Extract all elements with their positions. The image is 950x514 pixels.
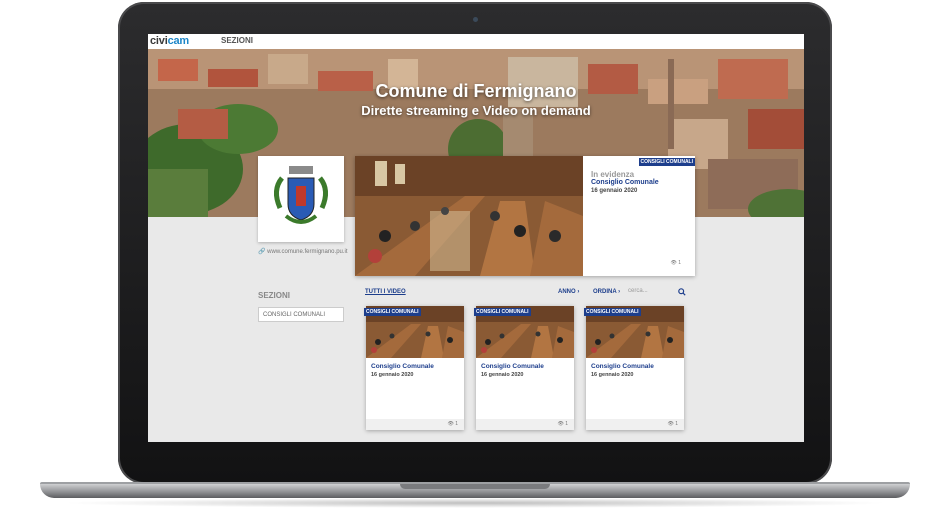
- sort-label: ORDINA: [593, 289, 617, 295]
- laptop-notch: [400, 484, 550, 489]
- video-category-tag: CONSIGLI COMUNALI: [474, 308, 531, 316]
- featured-date: 16 gennaio 2020: [591, 188, 638, 194]
- featured-title[interactable]: Consiglio Comunale: [591, 179, 659, 186]
- sections-heading: SEZIONI: [258, 291, 291, 300]
- video-date: 16 gennaio 2020: [591, 372, 634, 378]
- featured-category-tag: CONSIGLI COMUNALI: [638, 158, 695, 166]
- section-item-consigli[interactable]: CONSIGLI COMUNALI: [258, 307, 344, 322]
- featured-view-count: 1: [678, 260, 681, 266]
- video-title[interactable]: Consiglio Comunale: [371, 363, 434, 370]
- hero-subtitle: Dirette streaming e Video on demand: [361, 103, 591, 118]
- laptop-shadow: [60, 498, 890, 508]
- chevron-right-icon: ›: [577, 289, 580, 295]
- video-title[interactable]: Consiglio Comunale: [481, 363, 544, 370]
- eye-icon: 👁: [667, 421, 674, 427]
- featured-video[interactable]: CONSIGLI COMUNALI In evidenza Consiglio …: [355, 156, 695, 276]
- video-category-tag: CONSIGLI COMUNALI: [364, 308, 421, 316]
- featured-views: 👁 1: [670, 260, 681, 266]
- eye-icon: 👁: [670, 260, 677, 266]
- featured-label: In evidenza: [591, 170, 635, 179]
- video-views: 👁 1: [447, 421, 458, 427]
- tab-all-videos[interactable]: TUTTI I VIDEO: [365, 289, 406, 295]
- website-text: www.comune.fermignano.pu.it: [267, 249, 348, 255]
- year-label: ANNO: [558, 289, 576, 295]
- video-views: 👁 1: [557, 421, 568, 427]
- video-category-tag: CONSIGLI COMUNALI: [584, 308, 641, 316]
- video-view-count: 1: [565, 421, 568, 427]
- crest-icon: [274, 166, 328, 224]
- municipality-crest: [258, 156, 344, 242]
- meeting-photo: [355, 156, 583, 276]
- video-views: 👁 1: [667, 421, 678, 427]
- webcam: [473, 17, 478, 22]
- search-icon[interactable]: [678, 288, 686, 296]
- screen: civicam SEZIONI Comune di Fermignano Dir…: [148, 34, 804, 442]
- link-icon: 🔗: [258, 249, 266, 255]
- video-title[interactable]: Consiglio Comunale: [591, 363, 654, 370]
- video-view-count: 1: [675, 421, 678, 427]
- video-card[interactable]: CONSIGLI COMUNALI Consiglio Comunale 16 …: [364, 306, 464, 430]
- eye-icon: 👁: [447, 421, 454, 427]
- logo[interactable]: civicam: [150, 35, 189, 47]
- video-card[interactable]: CONSIGLI COMUNALI Consiglio Comunale 16 …: [584, 306, 684, 430]
- eye-icon: 👁: [557, 421, 564, 427]
- featured-thumbnail[interactable]: [355, 156, 583, 276]
- website-link[interactable]: 🔗 www.comune.fermignano.pu.it: [258, 248, 348, 255]
- video-date: 16 gennaio 2020: [481, 372, 524, 378]
- year-filter[interactable]: ANNO ›: [558, 289, 579, 295]
- logo-accent: cam: [167, 35, 190, 47]
- hero-title: Comune di Fermignano: [375, 81, 577, 101]
- sort-filter[interactable]: ORDINA ›: [593, 289, 620, 295]
- logo-text: civi: [150, 35, 168, 47]
- video-view-count: 1: [455, 421, 458, 427]
- chevron-right-icon: ›: [618, 289, 621, 295]
- video-card[interactable]: CONSIGLI COMUNALI Consiglio Comunale 16 …: [474, 306, 574, 430]
- video-date: 16 gennaio 2020: [371, 372, 414, 378]
- nav-sezioni-link[interactable]: SEZIONI: [221, 36, 253, 45]
- navbar: civicam SEZIONI: [148, 34, 804, 49]
